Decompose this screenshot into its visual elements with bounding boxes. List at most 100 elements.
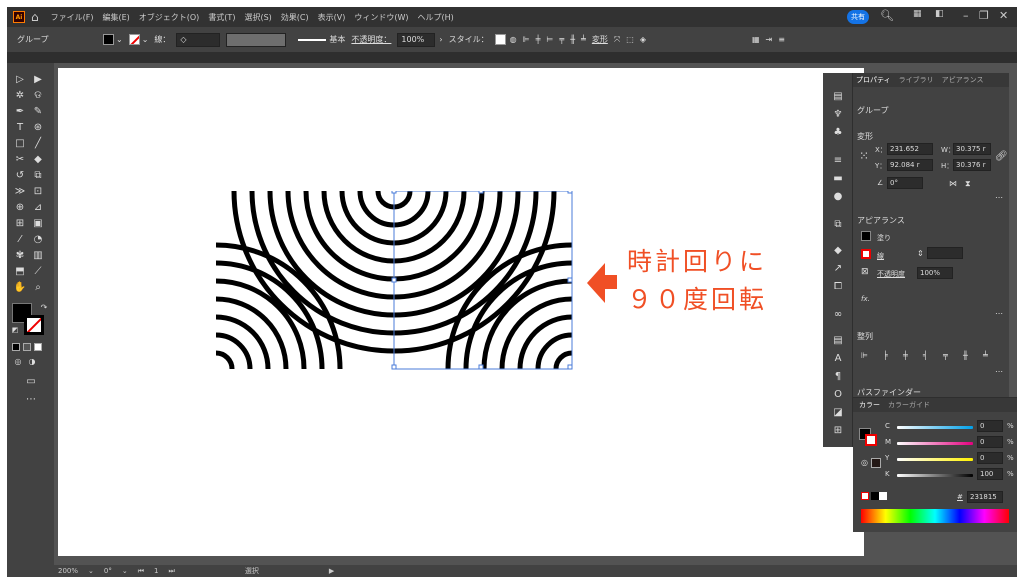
vertical-align-center-icon[interactable]: ╫ [963,351,968,360]
draw-mode-icon[interactable]: ◎ [11,355,25,369]
play-icon[interactable]: ▶ [329,567,334,575]
appearance-fill-swatch[interactable] [861,231,871,241]
m-slider[interactable] [897,442,973,445]
symbol-sprayer-tool-icon[interactable]: ✾ [13,249,27,263]
tab-color-guide[interactable]: カラーガイド [888,400,930,410]
w-field[interactable]: 30.375 r [953,143,991,155]
tab-appearance[interactable]: アピアランス [942,75,984,85]
swap-colors-icon[interactable]: ↷ [37,301,51,315]
chevron-down-icon[interactable]: ⌄ [116,35,123,44]
free-transform-tool-icon[interactable]: ⊡ [31,185,45,199]
menu-select[interactable]: 選択(S) [244,12,271,23]
search-icon[interactable]: 🔍︎ [880,9,894,22]
selection-handle[interactable] [391,191,397,194]
draw-inside-icon[interactable]: ◑ [25,355,39,369]
more-options-icon[interactable]: ⋯ [995,193,1003,202]
stroke-weight-field[interactable]: ◇ [176,32,221,47]
stroke-label[interactable]: 線 [877,251,884,261]
white-color-swatch[interactable] [879,492,887,500]
more-options-icon[interactable]: ⋯ [995,309,1003,318]
eyedropper-tool-icon[interactable]: ⁄ [13,233,27,247]
share-button[interactable]: 共有 [847,10,869,24]
arrange-docs-icon[interactable]: ▦ [752,35,760,44]
fx-button[interactable]: fx. [861,295,870,303]
selection-handle[interactable] [391,364,397,370]
panel-menu-icon[interactable]: ≡ [778,35,785,44]
width-tool-icon[interactable]: ≫ [13,185,27,199]
vertical-align-top-icon[interactable]: ╤ [943,351,948,360]
rectangle-tool-icon[interactable]: □ [13,137,27,151]
scale-tool-icon[interactable]: ⧉ [31,169,45,183]
brushes-icon[interactable]: ♆ [832,109,844,121]
tab-libraries[interactable]: ライブラリ [899,75,934,85]
chevron-down-icon[interactable]: ⌄ [122,567,128,575]
stroke-color-icon[interactable] [24,315,44,335]
magic-wand-tool-icon[interactable]: ✲ [13,89,27,103]
recolor-icon[interactable]: ◈ [640,35,646,44]
out-of-gamut-icon[interactable]: ◎ [861,458,868,467]
black-color-swatch[interactable] [871,492,879,500]
chevron-right-icon[interactable]: › [439,35,442,44]
stroke-panel-icon[interactable]: ≡ [832,155,844,167]
horizontal-align-right-icon[interactable]: ╡ [923,351,928,360]
horizontal-align-left-icon[interactable]: ╞ [883,351,888,360]
stroke-swatch[interactable] [128,34,140,45]
y-slider[interactable] [897,458,973,461]
selection-handle[interactable] [478,191,484,194]
wave-pattern-artwork[interactable] [216,191,576,371]
y-field[interactable]: 0 [977,452,1003,464]
scissors-tool-icon[interactable]: ✂ [13,153,27,167]
shape-builder-tool-icon[interactable]: ⊕ [13,201,27,215]
align-middle-icon[interactable]: ╫ [570,35,575,44]
align-bottom-icon[interactable]: ╧ [581,35,586,44]
tab-color[interactable]: カラー [859,400,880,410]
stroke-style-label[interactable]: 基本 [329,34,345,45]
chevron-down-icon[interactable]: ⌄ [142,35,149,44]
minimize-icon[interactable]: – [963,9,969,22]
selection-handle[interactable] [567,277,573,283]
variable-width-field[interactable] [226,32,287,47]
artboard-number[interactable]: 1 [154,567,158,575]
envelope-icon[interactable]: ⬚ [626,35,634,44]
align-to-icon[interactable]: ⊫ [861,351,868,360]
align-center-icon[interactable]: ╪ [536,35,541,44]
workspace-icon[interactable]: ◧ [935,9,944,19]
align-top-icon[interactable]: ╤ [559,35,564,44]
curvature-tool-icon[interactable]: ✎ [31,105,45,119]
grid-icon[interactable]: ⊞ [832,425,844,437]
eraser-tool-icon[interactable]: ◆ [31,153,45,167]
screen-mode-icon[interactable]: ▭ [24,375,38,389]
next-artboard-icon[interactable]: ⏭ [169,567,175,576]
menu-window[interactable]: ウィンドウ(W) [354,12,408,23]
menu-effect[interactable]: 効果(C) [281,12,309,23]
hex-field[interactable]: 231815 [967,491,1003,503]
blend-tool-icon[interactable]: ◔ [31,233,45,247]
glyphs-icon[interactable]: ◪ [832,407,844,419]
transparency-icon[interactable]: ● [832,191,844,203]
horizontal-align-center-icon[interactable]: ╪ [903,351,908,360]
align-left-icon[interactable]: ⊫ [523,35,530,44]
m-field[interactable]: 0 [977,436,1003,448]
slice-tool-icon[interactable]: ⟋ [31,265,45,279]
menu-type[interactable]: 書式(T) [208,12,235,23]
reference-point-icon[interactable]: ⁙ [859,149,869,163]
paragraph-styles-icon[interactable]: ▤ [832,335,844,347]
chevron-down-icon[interactable]: ⌄ [88,567,94,575]
align-right-icon[interactable]: ⊨ [546,35,553,44]
gradient-panel-icon[interactable]: ▬ [832,173,844,185]
opentype-icon[interactable]: O [832,389,844,401]
style-swatch[interactable] [494,34,506,45]
mesh-tool-icon[interactable]: ⊞ [13,217,27,231]
layers-icon[interactable]: ▤ [832,91,844,103]
none-color-swatch[interactable] [861,492,869,500]
c-field[interactable]: 0 [977,420,1003,432]
stroke-weight-stepper-icon[interactable]: ⇕ [917,249,924,258]
graph-tool-icon[interactable]: ▥ [31,249,45,263]
constrain-proportions-icon[interactable]: 🔗︎ [995,151,1008,162]
k-field[interactable]: 100 [977,468,1003,480]
selection-handle[interactable] [391,277,397,283]
artboard-tool-icon[interactable]: ⬒ [13,265,27,279]
color-spectrum[interactable] [861,509,1009,523]
layers-stack-icon[interactable]: ◆ [832,245,844,257]
paintbrush-tool-icon[interactable]: ╱ [31,137,45,151]
